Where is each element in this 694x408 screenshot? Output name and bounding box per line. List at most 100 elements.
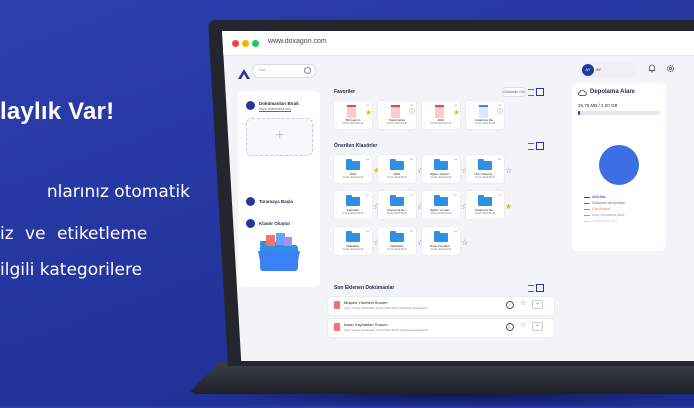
- folder-icon: [390, 231, 404, 242]
- legend-swatch: [584, 214, 590, 216]
- folder-icon: [478, 195, 492, 206]
- storage-title: Depolama Alanı: [590, 89, 635, 95]
- recent-documents-title: Son Eklenen Dokümanlar: [334, 285, 395, 291]
- browser-bar: www.doxagon.com: [222, 31, 694, 56]
- star-outline-icon[interactable]: ☆: [520, 300, 526, 308]
- address-bar[interactable]: www.doxagon.com: [268, 38, 327, 45]
- list-view-icon[interactable]: [528, 89, 534, 96]
- star-outline-icon[interactable]: ☆: [505, 167, 512, 175]
- avatar[interactable]: AY: [582, 64, 594, 76]
- legend-label: Kullanılabilir Alan: [592, 219, 618, 223]
- legend-swatch: [584, 208, 590, 210]
- storage-progress-fill: [578, 111, 580, 115]
- more-options-icon[interactable]: •••: [454, 103, 457, 107]
- upload-dropzone[interactable]: +: [246, 118, 313, 156]
- folder-card[interactable]: ••• Faturalar 01.01.2023 09:32: [334, 191, 372, 219]
- folder-card[interactable]: ••• Araştırma Ra... 01.01.2023 09:32: [466, 191, 504, 219]
- list-view-icon[interactable]: [528, 143, 534, 150]
- list-view-icon[interactable]: [528, 285, 534, 292]
- card-date: 01.01.2023 09:32: [474, 122, 496, 125]
- more-options-icon[interactable]: •••: [366, 229, 369, 233]
- star-outline-icon[interactable]: ☆: [461, 239, 468, 247]
- document-icon: [246, 101, 255, 110]
- legend-item: Arşiv Depolama Alanı: [584, 213, 624, 217]
- logo-icon[interactable]: [238, 69, 250, 79]
- storage-panel: Depolama Alanı 25.75 MB / 2.00 GB Aktif …: [572, 83, 666, 251]
- more-options-button[interactable]: •••: [532, 322, 543, 331]
- grid-view-icon[interactable]: [536, 88, 544, 96]
- more-options-icon[interactable]: •••: [454, 193, 457, 197]
- more-options-icon[interactable]: •••: [498, 103, 501, 107]
- grid-view-icon[interactable]: [536, 142, 544, 150]
- folder-card[interactable]: ••• 2021 01.01.2023 09:32: [334, 155, 372, 183]
- drop-documents-label: Dokümanları Bırak: [259, 101, 299, 106]
- laptop-screen: www.doxagon.com Ara AY AY Dokümanları Bı…: [222, 31, 694, 361]
- legend-swatch: [584, 202, 590, 204]
- more-options-icon[interactable]: •••: [366, 103, 369, 107]
- folder-icon: [478, 159, 492, 170]
- legend-item: Aktif Alan: [584, 195, 606, 199]
- sidebar: Dokümanları Bırak veya dokümana seç + Ta…: [238, 91, 320, 287]
- folder-card[interactable]: ••• Eğitim ve Gelı... 01.01.2023 09:32: [422, 191, 460, 219]
- storage-usage: 25.75 MB / 2.00 GB: [578, 103, 618, 108]
- folder-card[interactable]: ••• Üzgeçmiş Do... 01.01.2023 09:32: [378, 191, 416, 219]
- folder-date: 01.01.2023 09:32: [386, 176, 408, 179]
- legend-label: Çöp Kutusu: [592, 207, 610, 211]
- scan-icon: [246, 197, 255, 206]
- star-filled-icon[interactable]: ★: [365, 109, 372, 117]
- info-icon[interactable]: i: [506, 301, 514, 309]
- folder-add-icon: [246, 219, 255, 228]
- create-folder-button[interactable]: Klasör Oluştur: [259, 221, 290, 226]
- folder-card[interactable]: ••• 2020 01.01.2023 09:32: [378, 155, 416, 183]
- more-options-icon[interactable]: •••: [454, 229, 457, 233]
- more-options-icon[interactable]: •••: [366, 157, 369, 161]
- folder-card[interactable]: ••• Makaleler 01.01.2023 09:32: [378, 227, 416, 255]
- maximize-window-button[interactable]: [252, 40, 259, 47]
- document-name: İnsan Kaynakları Sunum: [344, 322, 388, 327]
- folder-card[interactable]: ••• Eğitim Doküm... 01.01.2023 09:32: [422, 155, 460, 183]
- folder-date: 01.01.2023 09:32: [342, 248, 364, 251]
- folder-date: 01.01.2023 09:32: [342, 212, 364, 215]
- legend-label: Doküman Versiyonları: [592, 201, 626, 205]
- search-input[interactable]: Ara: [252, 64, 316, 78]
- select-document-link[interactable]: veya dokümana seç: [259, 107, 291, 111]
- start-scan-button[interactable]: Taramaya Başla: [259, 199, 293, 204]
- folder-icon: [346, 195, 360, 206]
- more-options-icon[interactable]: •••: [410, 157, 413, 161]
- recent-document-row[interactable]: İnsan Kaynakları Sunum Ayhn Yılmaz tarafı…: [328, 319, 554, 337]
- more-options-icon[interactable]: •••: [410, 229, 413, 233]
- more-options-icon[interactable]: •••: [410, 103, 413, 107]
- folder-date: 01.01.2023 09:32: [474, 176, 496, 179]
- more-options-icon[interactable]: •••: [498, 157, 501, 161]
- star-filled-icon[interactable]: ★: [453, 109, 460, 117]
- folder-card[interactable]: ••• Makaleler 01.01.2023 09:32: [334, 227, 372, 255]
- pdf-file-icon: [334, 301, 340, 309]
- info-icon[interactable]: ⓘ: [409, 109, 415, 117]
- more-options-icon[interactable]: •••: [410, 193, 413, 197]
- folder-icon: [434, 231, 448, 242]
- folder-card[interactable]: ••• Ürün Tasarım ... 01.01.2023 09:32: [466, 155, 504, 183]
- suggested-folders-title: Önerilen Klasörler: [334, 143, 378, 149]
- legend-swatch: [584, 220, 590, 222]
- folder-icon: [346, 231, 360, 242]
- star-outline-icon[interactable]: ☆: [520, 322, 526, 330]
- gear-icon[interactable]: [666, 64, 675, 73]
- more-options-button[interactable]: •••: [532, 300, 543, 309]
- folder-card[interactable]: ••• Proje Kaynaklı... 01.01.2023 09:32: [422, 227, 460, 255]
- minimize-window-button[interactable]: [242, 40, 249, 47]
- more-options-icon[interactable]: •••: [366, 193, 369, 197]
- more-options-icon[interactable]: •••: [454, 157, 457, 161]
- recent-document-row[interactable]: Müşteri Yönetimi Sunum Ayhn Yılmaz tarafı…: [328, 297, 554, 315]
- info-icon[interactable]: ⓘ: [497, 109, 503, 117]
- info-icon[interactable]: i: [506, 323, 514, 331]
- close-window-button[interactable]: [232, 40, 239, 47]
- bell-icon[interactable]: [648, 64, 656, 73]
- more-options-icon[interactable]: •••: [498, 193, 501, 197]
- grid-view-icon[interactable]: [536, 284, 544, 292]
- storage-progress-bar: [578, 111, 660, 115]
- star-filled-icon[interactable]: ★: [505, 203, 512, 211]
- view-toggle-button[interactable]: Görüntüle Gör: [502, 87, 526, 97]
- favorites-title: Favoriler: [334, 89, 356, 95]
- user-name: AY: [596, 67, 602, 72]
- folder-date: 01.01.2023 09:32: [430, 176, 452, 179]
